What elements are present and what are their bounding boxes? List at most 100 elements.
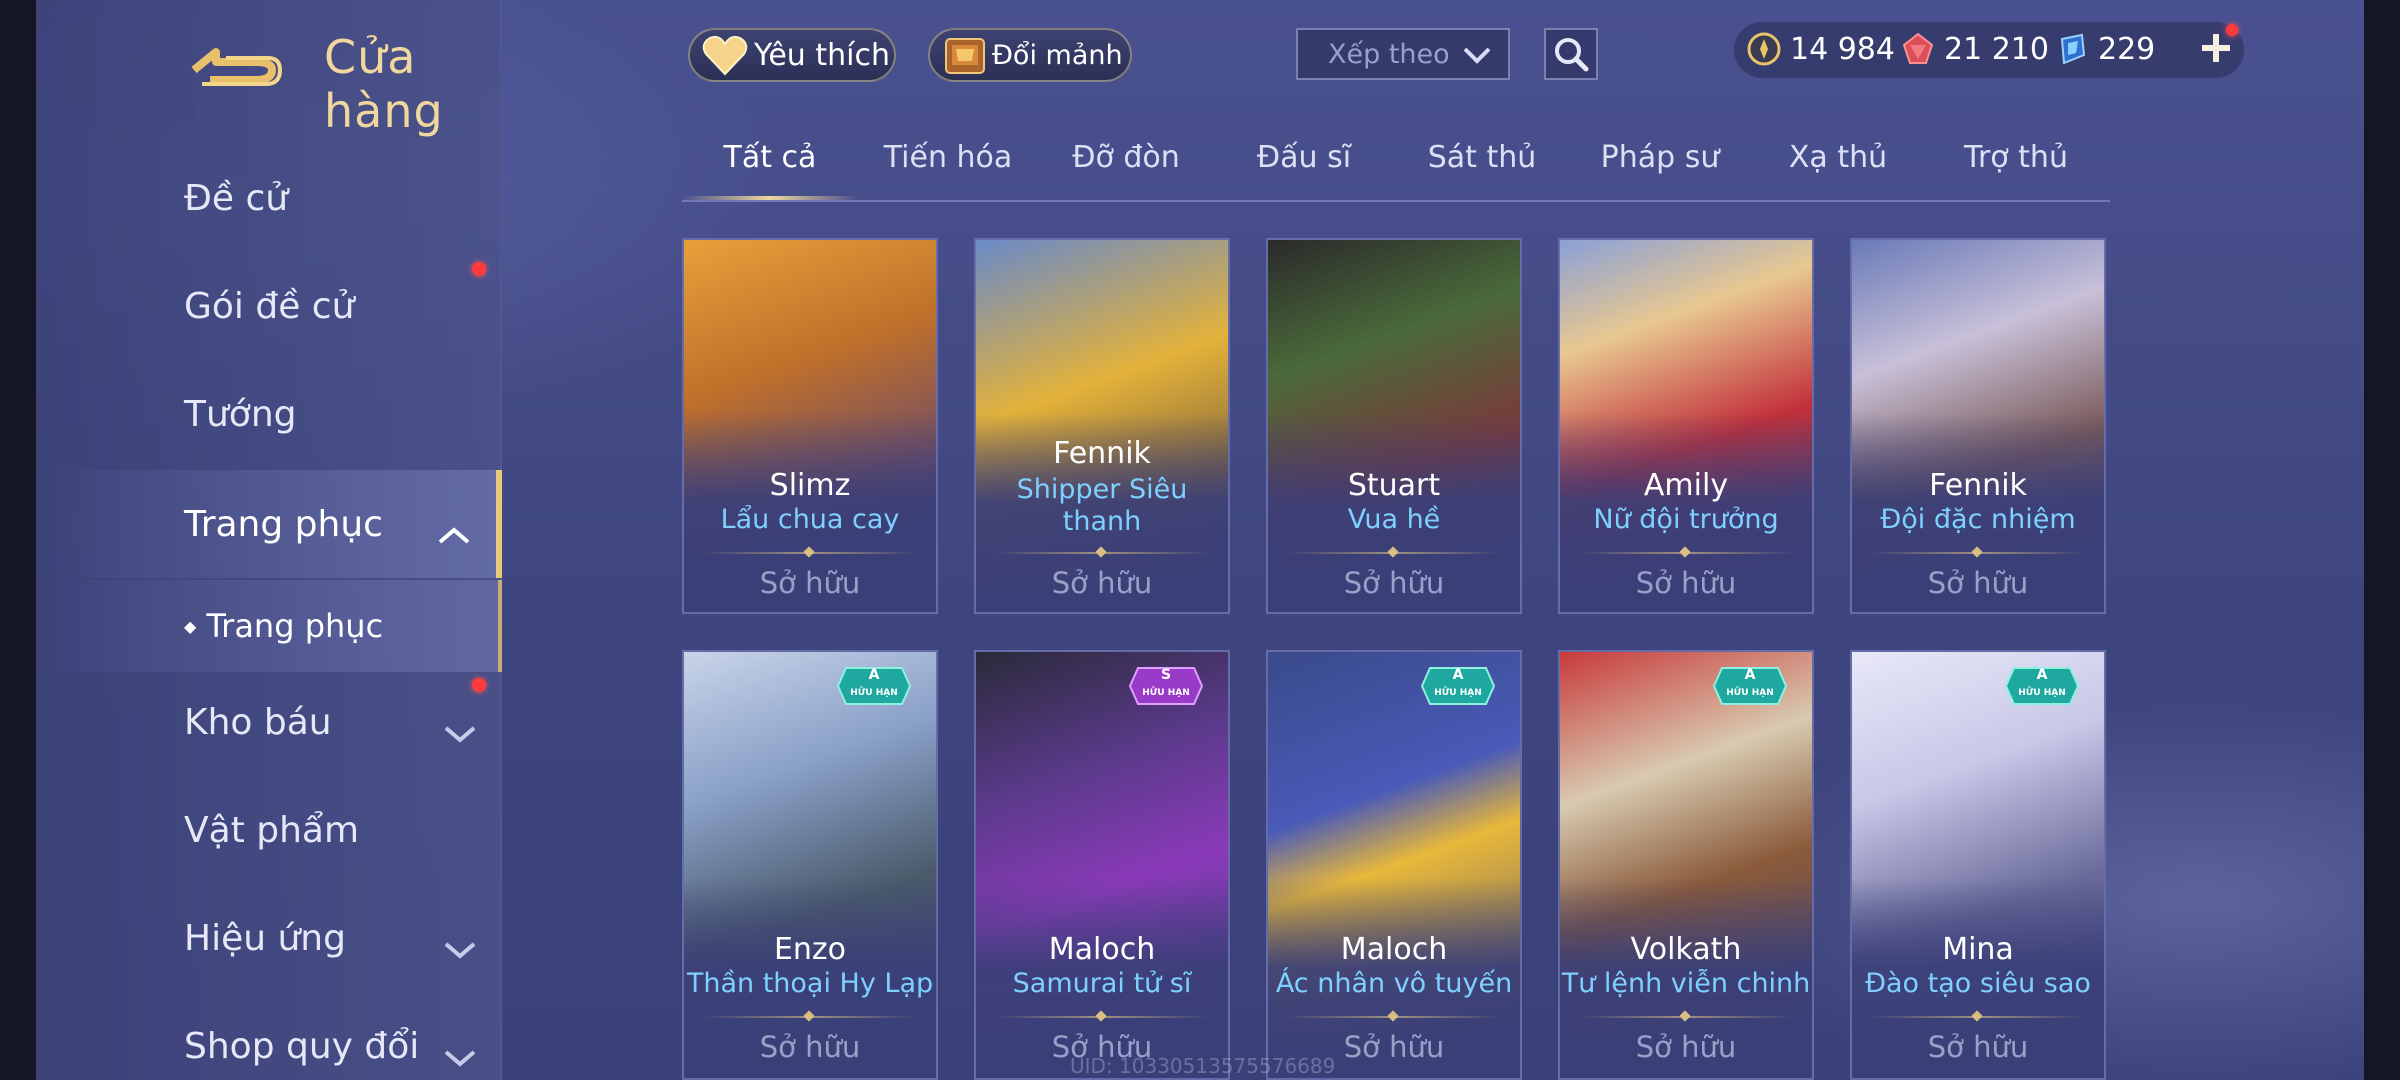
back-button[interactable]	[186, 32, 286, 88]
hero-name: Stuart	[1347, 468, 1441, 503]
sidebar-item-skins[interactable]: Trang phục	[36, 470, 502, 578]
skin-card[interactable]: Amily Nữ đội trưởng Sở hữu	[1558, 238, 1814, 614]
hero-name: Slimz	[769, 468, 851, 503]
diamond-bullet-icon: ◆	[184, 616, 197, 636]
screen-bezel-right	[2364, 0, 2400, 1080]
tab-marksman[interactable]: Xạ thủ	[1750, 140, 1926, 196]
search-icon	[1555, 38, 1589, 72]
sidebar-item-treasure[interactable]: Kho báu	[36, 672, 502, 772]
owned-status: Sở hữu	[759, 566, 861, 600]
badge-tier: S	[1160, 667, 1172, 683]
user-id-watermark: UID: 1033051357557668​9	[1070, 1054, 1336, 1078]
gold-coin-icon	[1747, 32, 1781, 66]
skin-card[interactable]: A HỮU HẠN Volkath Tư lệnh viễn chinh Sở …	[1558, 650, 1814, 1080]
tab-label: Trợ thủ	[1964, 140, 2068, 175]
limited-badge: A HỮU HẠN	[2004, 666, 2080, 706]
sidebar-item-recommended[interactable]: Đề cử	[36, 148, 502, 248]
skin-card[interactable]: A HỮU HẠN Mina Đào tạo siêu sao Sở hữu	[1850, 650, 2106, 1080]
quanhuy-amount: 229	[2098, 31, 2156, 67]
hero-name: Fennik	[1929, 468, 2027, 503]
skin-name-line2: thanh	[1062, 506, 1142, 537]
sidebar-item-heroes[interactable]: Tướng	[36, 364, 502, 464]
card-divider	[1578, 552, 1794, 554]
tab-mage[interactable]: Pháp sư	[1572, 140, 1748, 196]
skin-card[interactable]: Stuart Vua hề Sở hữu	[1266, 238, 1522, 614]
tab-label: Tất cả	[723, 140, 817, 175]
sidebar-item-recommended-packs[interactable]: Gói đề cử	[36, 256, 502, 356]
sidebar-item-label: Đề cử	[184, 177, 289, 219]
sidebar-subitem-label: Trang phục	[206, 607, 384, 645]
sidebar-item-label: Trang phục	[184, 503, 383, 545]
hero-name: Enzo	[773, 932, 847, 967]
card-divider	[702, 1016, 918, 1018]
badge-tier: A	[868, 667, 880, 683]
tab-label: Xạ thủ	[1788, 140, 1888, 175]
exchange-fragments-button[interactable]: Đổi mảnh	[928, 28, 1132, 82]
skin-card[interactable]: S HỮU HẠN Maloch Samurai tử sĩ Sở hữu	[974, 650, 1230, 1080]
tab-fighter[interactable]: Đấu sĩ	[1216, 140, 1392, 196]
card-divider	[994, 552, 1210, 554]
skin-card[interactable]: Fennik Đội đặc nhiệm Sở hữu	[1850, 238, 2106, 614]
owned-status: Sở hữu	[1343, 566, 1445, 600]
sort-dropdown[interactable]: Xếp theo	[1296, 28, 1510, 80]
hero-name: Amily	[1643, 468, 1729, 503]
card-divider	[994, 1016, 1210, 1018]
sidebar-item-items[interactable]: Vật phẩm	[36, 780, 502, 880]
skin-name: Nữ đội trưởng	[1593, 504, 1779, 535]
badge-text: HỮU HẠN	[1726, 688, 1774, 698]
tab-all[interactable]: Tất cả	[682, 140, 858, 196]
sidebar-item-label: Kho báu	[184, 701, 332, 743]
tab-label: Tiến hóa	[883, 140, 1013, 175]
badge-text: HỮU HẠN	[2018, 688, 2066, 698]
sidebar-subitem-skins[interactable]: ◆ Trang phục	[36, 580, 502, 672]
sidebar-item-label: Shop quy đổi	[184, 1025, 420, 1067]
skin-name: Samurai tử sĩ	[1012, 968, 1192, 999]
heart-icon	[702, 35, 748, 76]
owned-status: Sở hữu	[1927, 1030, 2029, 1064]
back-arrow-icon	[191, 48, 283, 86]
favorites-button[interactable]: Yêu thích	[688, 28, 896, 82]
page-title: Cửa hàng	[324, 30, 444, 138]
card-divider	[702, 552, 918, 554]
limited-badge: A HỮU HẠN	[1712, 666, 1788, 706]
skin-card[interactable]: A HỮU HẠN Maloch Ác nhân vô tuyến Sở hữu	[1266, 650, 1522, 1080]
sidebar-item-label: Tướng	[184, 393, 297, 435]
voucher-currency: 21 210	[1900, 28, 2049, 70]
search-button[interactable]	[1544, 28, 1598, 80]
skin-name: Thần thoại Hy Lạp	[686, 968, 934, 999]
owned-status: Sở hữu	[759, 1030, 861, 1064]
skin-name: Vua hề	[1347, 504, 1441, 535]
sidebar-item-label: Vật phẩm	[184, 809, 360, 851]
fragment-chest-icon	[945, 38, 985, 74]
limited-badge: A HỮU HẠN	[836, 666, 912, 706]
owned-status: Sở hữu	[1051, 566, 1153, 600]
skin-name: Đội đặc nhiệm	[1880, 504, 2076, 535]
hero-name: Fennik	[1053, 436, 1151, 471]
tabs-divider	[682, 200, 2110, 202]
red-gem-icon	[1902, 32, 1934, 64]
card-divider	[1870, 1016, 2086, 1018]
notification-dot	[2226, 24, 2238, 36]
card-divider	[1286, 552, 1502, 554]
sidebar-item-exchange-shop[interactable]: Shop quy đổi	[36, 996, 502, 1080]
screen-bezel-left	[0, 0, 36, 1080]
tab-label: Đấu sĩ	[1256, 140, 1352, 175]
tab-assassin[interactable]: Sát thủ	[1394, 140, 1570, 196]
skin-card[interactable]: A HỮU HẠN Enzo Thần thoại Hy Lạp Sở hữu	[682, 650, 938, 1080]
tab-tank[interactable]: Đỡ đòn	[1038, 140, 1214, 196]
tab-support[interactable]: Trợ thủ	[1928, 140, 2104, 196]
badge-tier: A	[1744, 667, 1756, 683]
skin-name: Tư lệnh viễn chinh	[1561, 968, 1811, 999]
sidebar-item-label: Hiệu ứng	[184, 917, 346, 959]
skin-card[interactable]: Fennik Shipper Siêu thanh Sở hữu	[974, 238, 1230, 614]
sidebar-item-effects[interactable]: Hiệu ứng	[36, 888, 502, 988]
tab-evolution[interactable]: Tiến hóa	[860, 140, 1036, 196]
card-divider	[1870, 552, 2086, 554]
limited-badge: A HỮU HẠN	[1420, 666, 1496, 706]
chevron-down-icon	[1463, 47, 1491, 64]
sidebar: Cửa hàng Đề cử Gói đề cử Tướng Trang phụ…	[36, 0, 502, 1080]
skin-card[interactable]: Slimz Lẩu chua cay Sở hữu	[682, 238, 938, 614]
exchange-label: Đổi mảnh	[992, 39, 1123, 71]
blue-crystal-icon	[2060, 33, 2086, 65]
favorites-label: Yêu thích	[754, 37, 890, 73]
